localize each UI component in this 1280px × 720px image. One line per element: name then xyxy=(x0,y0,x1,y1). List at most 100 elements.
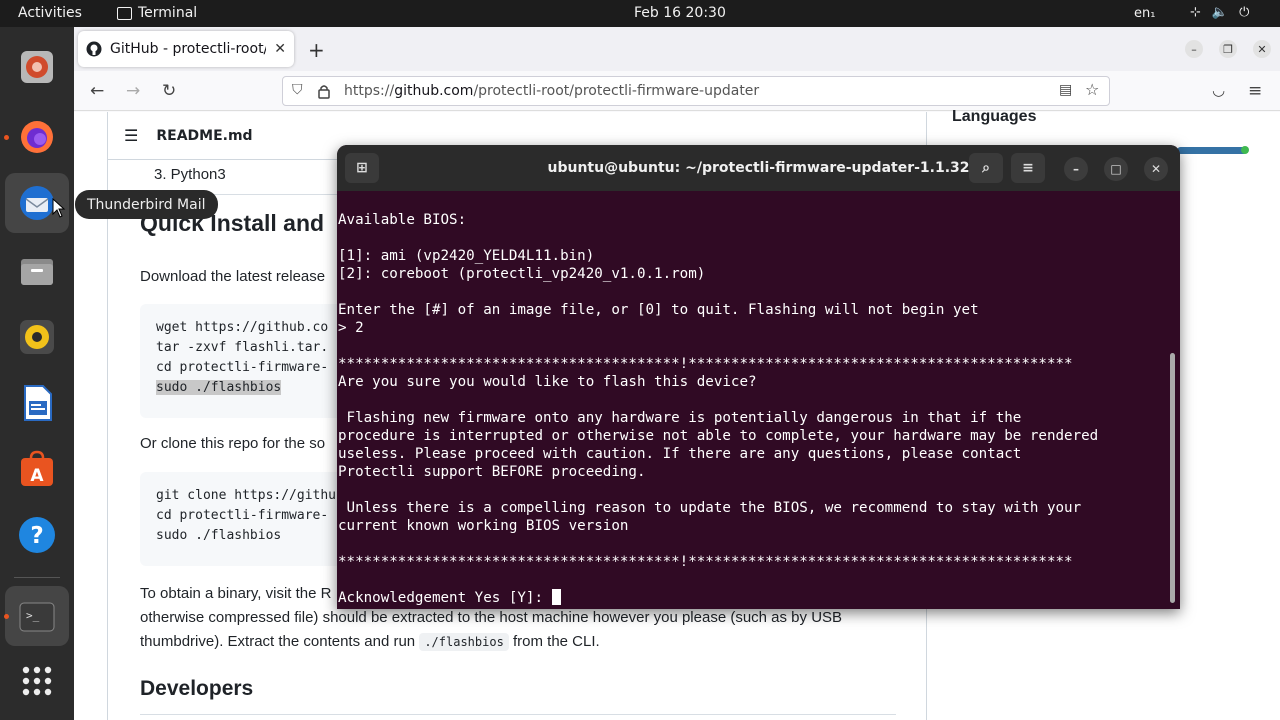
keyboard-layout-indicator[interactable]: en₁ xyxy=(1134,6,1155,21)
reader-view-icon[interactable]: ▤ xyxy=(1059,82,1072,98)
readme-filename: README.md xyxy=(156,127,253,144)
updater-icon xyxy=(21,51,53,83)
browser-tab-active[interactable]: GitHub - protectli-root/pr ✕ xyxy=(78,31,294,67)
divider xyxy=(140,714,896,715)
code-line-selected: sudo ./flashbios xyxy=(156,380,282,395)
activities-button[interactable]: Activities xyxy=(18,5,82,21)
reload-button[interactable]: ↻ xyxy=(162,81,176,101)
terminal-icon xyxy=(117,6,132,20)
terminal-line: Flashing new firmware onto any hardware … xyxy=(338,410,1022,426)
dock-tooltip: Thunderbird Mail xyxy=(75,190,218,219)
maximize-button[interactable]: □ xyxy=(1104,157,1128,181)
close-tab-icon[interactable]: ✕ xyxy=(274,41,286,57)
mouse-cursor-icon xyxy=(52,198,66,218)
terminal-line: Available BIOS: xyxy=(338,212,467,228)
language-bar xyxy=(1177,147,1247,154)
url-bar[interactable]: ⛉ https://github.com/protectli-root/prot… xyxy=(282,76,1110,106)
svg-text:A: A xyxy=(30,466,44,486)
terminal-line: [1]: ami (vp2420_YELD4L11.bin) xyxy=(338,248,595,264)
app-menu[interactable]: Terminal xyxy=(117,5,197,21)
dock-firefox[interactable] xyxy=(15,115,59,159)
minimize-button[interactable]: – xyxy=(1185,40,1203,58)
terminal-line: Enter the [#] of an image file, or [0] t… xyxy=(338,302,979,318)
terminal-line: Protectli support BEFORE proceeding. xyxy=(338,464,646,480)
top-bar: Activities Terminal Feb 16 20:30 en₁ ⊹ 🔈… xyxy=(0,0,1280,27)
search-icon[interactable]: ⌕ xyxy=(969,153,1003,183)
terminal-line: Unless there is a compelling reason to u… xyxy=(338,500,1082,516)
show-applications-button[interactable] xyxy=(15,659,59,703)
bookmark-star-icon[interactable]: ☆ xyxy=(1085,80,1099,99)
terminal-output[interactable]: Available BIOS: [1]: ami (vp2420_YELD4L1… xyxy=(338,211,1168,607)
running-indicator xyxy=(4,614,9,619)
lock-icon xyxy=(318,85,330,99)
dock-software-updater[interactable] xyxy=(15,45,59,89)
cursor-block xyxy=(551,589,561,605)
terminal-title: ubuntu@ubuntu: ~/protectli-firmware-upda… xyxy=(547,160,970,176)
nav-bar: ← → ↻ ⛉ https://github.com/protectli-roo… xyxy=(74,71,1280,111)
dock-rhythmbox[interactable] xyxy=(15,315,59,359)
terminal-line: useless. Please proceed with caution. If… xyxy=(338,446,1022,462)
terminal-line: > 2 xyxy=(338,320,364,336)
language-bar-segment xyxy=(1241,146,1249,154)
terminal-icon: >_ xyxy=(19,602,55,632)
dock-separator xyxy=(14,577,60,578)
paragraph-line: otherwise compressed file) should be ext… xyxy=(140,609,843,626)
dock: A ? >_ xyxy=(0,27,74,720)
restore-button[interactable]: ❐ xyxy=(1219,40,1237,58)
close-button[interactable]: ✕ xyxy=(1253,40,1271,58)
clock[interactable]: Feb 16 20:30 xyxy=(634,5,726,21)
writer-icon xyxy=(24,385,52,421)
dock-files[interactable] xyxy=(15,249,59,293)
volume-icon: 🔈 xyxy=(1211,5,1229,20)
close-button[interactable]: ✕ xyxy=(1144,157,1168,181)
terminal-line: ****************************************… xyxy=(338,356,1073,372)
minimize-button[interactable]: – xyxy=(1064,157,1088,181)
dock-help[interactable]: ? xyxy=(15,513,59,557)
app-grid-icon xyxy=(22,666,52,696)
url-text: https://github.com/protectli-root/protec… xyxy=(344,83,760,99)
terminal-window[interactable]: ⊞ ubuntu@ubuntu: ~/protectli-firmware-up… xyxy=(337,145,1180,609)
pocket-icon[interactable]: ◡ xyxy=(1212,81,1225,99)
languages-heading: Languages xyxy=(952,108,1037,125)
network-icon: ⊹ xyxy=(1190,5,1201,20)
inline-code: ./flashbios xyxy=(419,633,509,651)
terminal-line: [2]: coreboot (protectli_vp2420_v1.0.1.r… xyxy=(338,266,706,282)
terminal-line: procedure is interrupted or otherwise no… xyxy=(338,428,1099,444)
outline-icon[interactable]: ☰ xyxy=(124,126,138,145)
back-button[interactable]: ← xyxy=(90,81,104,101)
terminal-header-bar[interactable]: ⊞ ubuntu@ubuntu: ~/protectli-firmware-up… xyxy=(337,145,1180,191)
tab-strip: GitHub - protectli-root/pr ✕ + – ❐ ✕ xyxy=(74,27,1280,71)
paragraph-line: thumbdrive). Extract the contents and ru… xyxy=(140,633,600,651)
terminal-scrollbar[interactable] xyxy=(1170,353,1175,603)
list-item: 3. Python3 xyxy=(154,166,226,183)
clone-paragraph: Or clone this repo for the so xyxy=(140,435,326,452)
power-icon: ⏻ xyxy=(1239,5,1250,20)
dock-app-center[interactable]: A xyxy=(15,447,59,491)
running-indicator xyxy=(4,135,9,140)
download-paragraph: Download the latest release xyxy=(140,268,326,285)
heading-developers: Developers xyxy=(140,677,254,700)
firefox-icon xyxy=(21,121,53,153)
dock-terminal[interactable]: >_ xyxy=(15,595,59,639)
app-menu-label: Terminal xyxy=(138,5,198,21)
forward-button[interactable]: → xyxy=(126,81,140,101)
svg-text:?: ? xyxy=(30,523,43,549)
rhythmbox-icon xyxy=(20,320,54,354)
shield-icon[interactable]: ⛉ xyxy=(292,82,303,98)
dock-libreoffice-writer[interactable] xyxy=(15,381,59,425)
thunderbird-icon xyxy=(20,186,54,220)
terminal-line: ****************************************… xyxy=(338,554,1073,570)
folder-icon xyxy=(21,259,53,285)
new-tab-icon[interactable]: ⊞ xyxy=(345,153,379,183)
terminal-line: current known working BIOS version xyxy=(338,518,629,534)
system-tray[interactable]: ⊹ 🔈 ⏻ xyxy=(1190,5,1249,20)
new-tab-button[interactable]: + xyxy=(308,38,325,62)
menu-icon[interactable]: ≡ xyxy=(1248,81,1262,101)
hamburger-menu-icon[interactable]: ≡ xyxy=(1011,153,1045,183)
github-icon xyxy=(86,41,102,57)
